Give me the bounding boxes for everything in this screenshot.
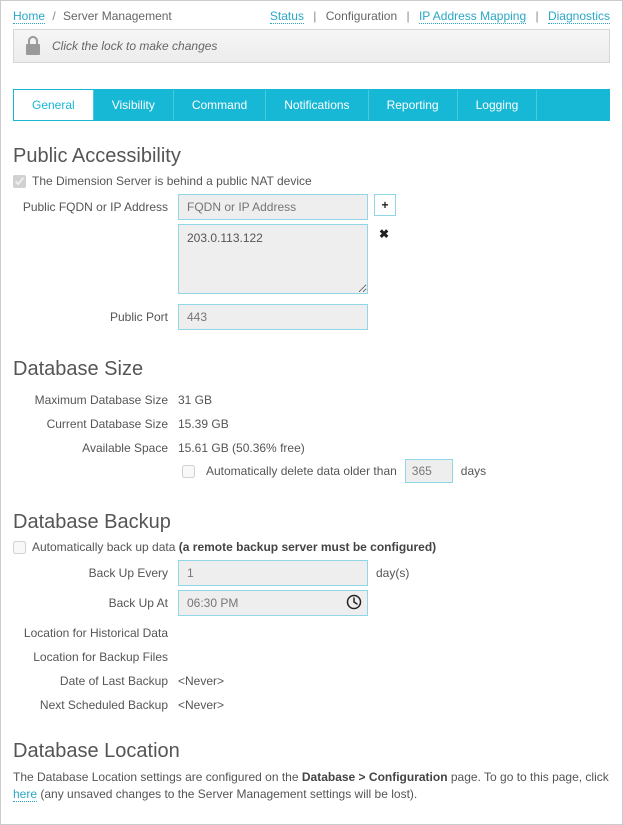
auto-backup-hint: (a remote backup server must be configur… [179,540,436,554]
db-location-path: Database > Configuration [302,770,448,784]
max-db-label: Maximum Database Size [13,387,178,407]
db-location-text: The Database Location settings are confi… [13,769,610,803]
breadcrumb: Home / Server Management [13,9,172,23]
db-location-link[interactable]: here [13,787,37,802]
lock-bar[interactable]: Click the lock to make changes [13,29,610,63]
nav-diagnostics[interactable]: Diagnostics [548,9,610,24]
tab-general[interactable]: General [14,90,94,120]
last-backup-label: Date of Last Backup [13,668,178,688]
breadcrumb-current: Server Management [63,9,172,23]
loc-files-label: Location for Backup Files [13,644,178,664]
auto-delete-unit: days [461,464,486,478]
backup-at-label: Back Up At [13,590,178,610]
auto-backup-checkbox[interactable] [13,541,26,554]
nat-checkbox[interactable] [13,175,26,188]
plus-icon: + [381,198,388,212]
public-port-input[interactable] [178,304,368,330]
tab-notifications[interactable]: Notifications [266,90,368,120]
cur-db-label: Current Database Size [13,411,178,431]
clock-icon[interactable] [346,594,362,613]
backup-every-label: Back Up Every [13,560,178,580]
next-backup-label: Next Scheduled Backup [13,692,178,712]
breadcrumb-home[interactable]: Home [13,9,45,24]
tab-visibility[interactable]: Visibility [94,90,174,120]
nav-configuration[interactable]: Configuration [326,9,397,23]
public-accessibility-heading: Public Accessibility [13,145,610,168]
max-db-value: 31 GB [178,387,212,407]
tab-bar: General Visibility Command Notifications… [13,89,610,121]
fqdn-list[interactable]: 203.0.113.122 [178,224,368,294]
avail-space-value: 15.61 GB (50.36% free) [178,435,305,455]
nav-ip-mapping[interactable]: IP Address Mapping [419,9,526,24]
auto-delete-days-input[interactable] [405,459,453,483]
backup-every-unit: day(s) [376,566,409,580]
tab-logging[interactable]: Logging [458,90,538,120]
nav-status[interactable]: Status [270,9,304,24]
public-port-label: Public Port [13,304,178,324]
add-fqdn-button[interactable]: + [374,194,396,216]
auto-delete-label: Automatically delete data older than [206,464,397,478]
fqdn-label: Public FQDN or IP Address [13,194,178,214]
tab-command[interactable]: Command [174,90,266,120]
fqdn-input[interactable] [178,194,368,220]
tab-reporting[interactable]: Reporting [369,90,458,120]
breadcrumb-sep: / [52,9,55,23]
auto-backup-label: Automatically back up data [32,540,175,554]
db-location-heading: Database Location [13,740,610,763]
auto-delete-checkbox[interactable] [182,465,195,478]
db-size-heading: Database Size [13,358,610,381]
db-backup-heading: Database Backup [13,511,610,534]
loc-hist-label: Location for Historical Data [13,620,178,640]
close-icon: ✖ [379,227,389,241]
remove-fqdn-button[interactable]: ✖ [374,224,394,244]
avail-space-label: Available Space [13,435,178,455]
next-backup-value: <Never> [178,692,224,712]
lock-text: Click the lock to make changes [52,39,217,53]
backup-every-input[interactable] [178,560,368,586]
nat-checkbox-label: The Dimension Server is behind a public … [32,174,312,188]
tab-spacer [537,90,609,120]
top-nav: Status | Configuration | IP Address Mapp… [270,9,610,23]
cur-db-value: 15.39 GB [178,411,229,431]
backup-at-input[interactable] [178,590,368,616]
lock-icon [24,36,42,56]
last-backup-value: <Never> [178,668,224,688]
